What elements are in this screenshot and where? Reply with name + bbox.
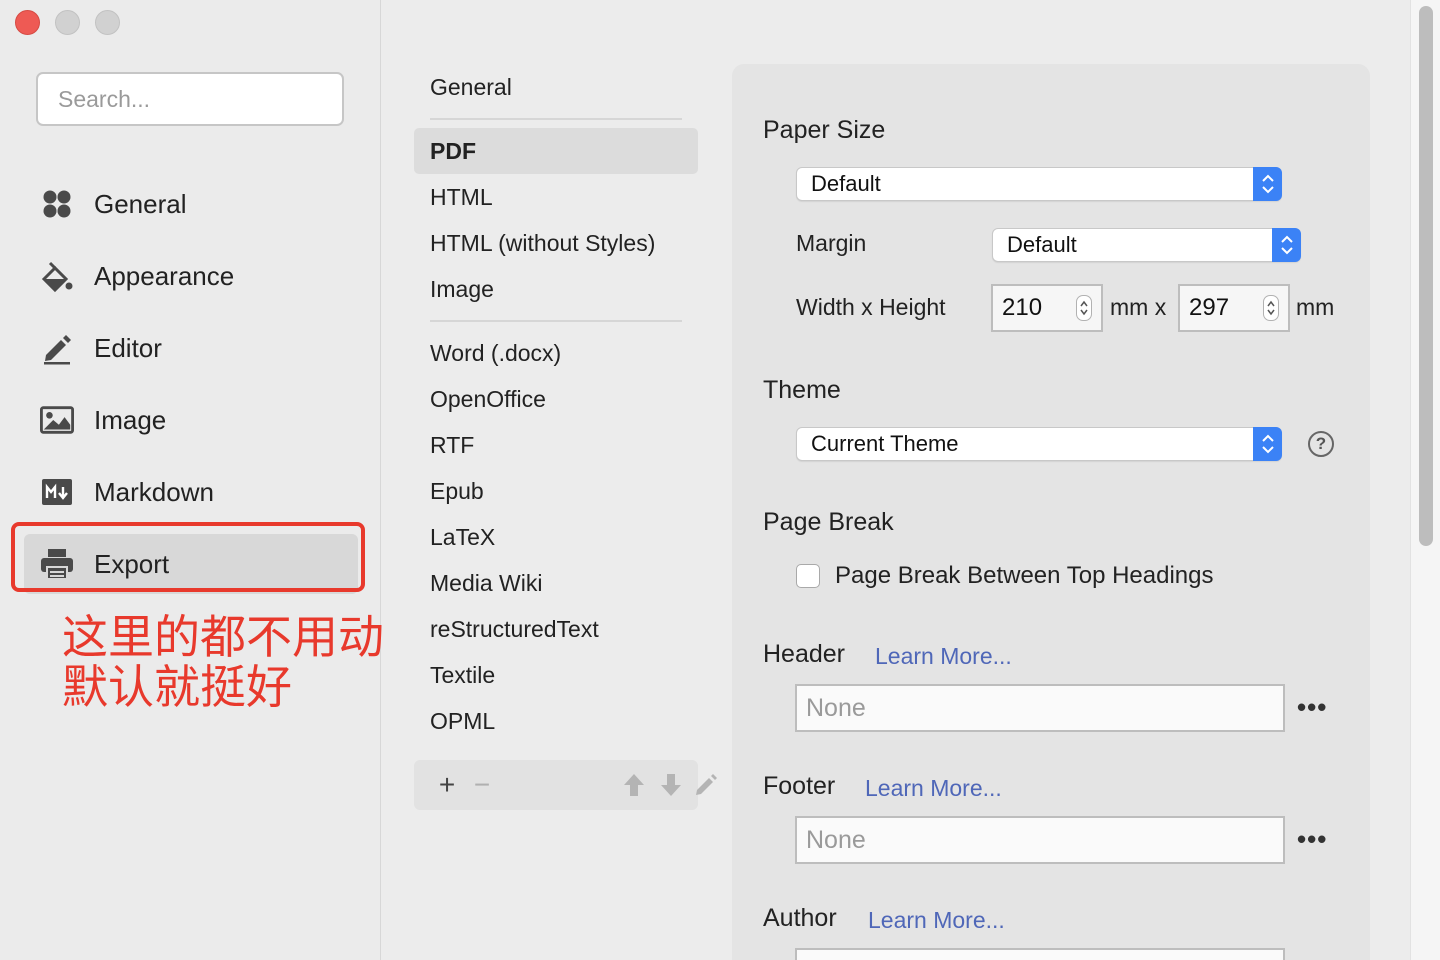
header-more-button[interactable]: ••• <box>1297 692 1327 723</box>
author-input[interactable] <box>795 948 1285 960</box>
sidebar: General Appearance Editor Image Markdown… <box>0 0 384 960</box>
margin-value: Default <box>1007 232 1077 257</box>
paper-size-value: Default <box>811 171 881 196</box>
export-format-list: General PDF HTML HTML (without Styles) I… <box>382 0 732 960</box>
footer-input[interactable]: None <box>795 816 1285 864</box>
header-input[interactable]: None <box>795 684 1285 732</box>
footer-title: Footer <box>763 772 836 800</box>
sidebar-item-label: Editor <box>94 332 162 363</box>
format-item-pdf[interactable]: PDF <box>414 128 698 174</box>
grid-icon <box>40 187 74 221</box>
minimize-window-button[interactable] <box>55 10 80 35</box>
scrollbar-thumb[interactable] <box>1419 6 1433 546</box>
theme-value: Current Theme <box>811 431 959 456</box>
stepper-arrows-icon[interactable] <box>1263 295 1279 321</box>
format-item-epub[interactable]: Epub <box>414 468 698 514</box>
sidebar-item-label: Markdown <box>94 476 214 507</box>
divider <box>430 320 682 322</box>
format-toolbar: + − <box>414 760 717 810</box>
maximize-window-button[interactable] <box>95 10 120 35</box>
format-item-textile[interactable]: Textile <box>414 652 698 698</box>
unit-label: mm <box>1296 294 1335 320</box>
paint-bucket-icon <box>40 259 74 293</box>
format-item-rtf[interactable]: RTF <box>414 422 698 468</box>
format-item-word[interactable]: Word (.docx) <box>414 330 698 376</box>
margin-label: Margin <box>796 230 867 256</box>
sidebar-item-label: Image <box>94 404 167 435</box>
edit-format-button[interactable] <box>693 770 719 800</box>
height-stepper[interactable]: 297 <box>1178 284 1290 332</box>
add-format-button[interactable]: + <box>432 769 462 800</box>
header-title: Header <box>763 640 845 668</box>
annotation-highlight <box>11 522 365 592</box>
width-value: 210 <box>1002 294 1043 321</box>
author-title: Author <box>763 904 837 932</box>
stepper-arrows-icon[interactable] <box>1076 295 1092 321</box>
pencil-icon <box>40 331 74 365</box>
sidebar-item-label: General <box>94 188 187 219</box>
footer-learn-more-link[interactable]: Learn More... <box>865 775 1002 802</box>
theme-title: Theme <box>763 376 841 404</box>
page-break-checkbox[interactable] <box>796 564 820 588</box>
format-item-html[interactable]: HTML <box>414 174 698 220</box>
pencil-icon <box>696 774 717 795</box>
format-item-opml[interactable]: OPML <box>414 698 698 744</box>
arrow-down-icon <box>661 774 681 796</box>
remove-format-button[interactable]: − <box>467 769 497 800</box>
header-input-value: None <box>806 693 866 722</box>
annotation-text: 这里的都不用动 默认就挺好 <box>62 612 402 712</box>
header-learn-more-link[interactable]: Learn More... <box>875 643 1012 670</box>
help-icon[interactable]: ? <box>1308 431 1334 457</box>
annotation-line: 默认就挺好 <box>62 660 292 714</box>
divider <box>430 118 682 120</box>
pdf-settings-panel: Paper Size Default Margin Default Width … <box>732 64 1370 960</box>
sidebar-item-markdown[interactable]: Markdown <box>24 462 358 522</box>
format-item-openoffice[interactable]: OpenOffice <box>414 376 698 422</box>
theme-select[interactable]: Current Theme <box>796 427 1282 461</box>
chevron-updown-icon <box>1253 167 1282 201</box>
format-item-latex[interactable]: LaTeX <box>414 514 698 560</box>
sidebar-item-label: Appearance <box>94 260 235 291</box>
paper-size-select[interactable]: Default <box>796 167 1282 201</box>
format-item-general[interactable]: General <box>414 64 698 110</box>
chevron-updown-icon <box>1272 228 1301 262</box>
format-item-restructuredtext[interactable]: reStructuredText <box>414 606 698 652</box>
page-break-checkbox-label[interactable]: Page Break Between Top Headings <box>835 562 1213 590</box>
page-break-title: Page Break <box>763 508 894 536</box>
footer-more-button[interactable]: ••• <box>1297 824 1327 855</box>
unit-label: mm x <box>1110 294 1167 320</box>
format-item-image[interactable]: Image <box>414 266 698 312</box>
sidebar-item-image[interactable]: Image <box>24 390 358 450</box>
sidebar-item-editor[interactable]: Editor <box>24 318 358 378</box>
annotation-line: 这里的都不用动 <box>62 610 384 664</box>
sidebar-item-general[interactable]: General <box>24 174 358 234</box>
search-input[interactable] <box>36 72 344 126</box>
sidebar-item-appearance[interactable]: Appearance <box>24 246 358 306</box>
arrow-up-icon <box>624 774 644 796</box>
markdown-icon <box>40 475 74 509</box>
scrollbar[interactable] <box>1410 0 1440 960</box>
author-learn-more-link[interactable]: Learn More... <box>868 907 1005 934</box>
image-icon <box>40 403 74 437</box>
margin-select[interactable]: Default <box>992 228 1301 262</box>
format-item-mediawiki[interactable]: Media Wiki <box>414 560 698 606</box>
paper-size-title: Paper Size <box>763 116 886 144</box>
chevron-updown-icon <box>1253 427 1282 461</box>
height-value: 297 <box>1189 294 1230 321</box>
close-window-button[interactable] <box>15 10 40 35</box>
width-stepper[interactable]: 210 <box>991 284 1103 332</box>
move-down-button[interactable] <box>656 770 686 800</box>
format-item-html-without-styles[interactable]: HTML (without Styles) <box>414 220 698 266</box>
width-height-label: Width x Height <box>796 294 946 320</box>
footer-input-value: None <box>806 825 866 854</box>
move-up-button[interactable] <box>619 770 649 800</box>
